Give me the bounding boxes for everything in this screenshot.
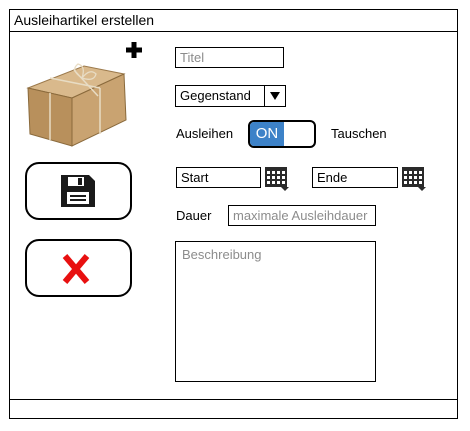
lend-label: Ausleihen (176, 126, 234, 141)
save-button[interactable] (25, 162, 132, 220)
title-input[interactable]: Titel (175, 47, 284, 68)
end-date-field[interactable]: Ende (312, 167, 398, 188)
window-title: Ausleihartikel erstellen (10, 10, 457, 32)
cancel-button[interactable] (25, 239, 132, 297)
triangle-down-icon[interactable] (264, 86, 285, 106)
swap-label: Tauschen (331, 126, 387, 141)
calendar-icon[interactable] (264, 165, 290, 191)
x-icon (62, 254, 90, 284)
toggle-on-indicator: ON (250, 122, 284, 146)
dialog-window: Ausleihartikel erstellen Titel Gegenstan… (9, 9, 458, 419)
category-select[interactable]: Gegenstand (175, 85, 286, 107)
description-textarea[interactable]: Beschreibung (175, 241, 376, 382)
start-date-field[interactable]: Start (176, 167, 261, 188)
plus-icon[interactable] (124, 40, 144, 60)
category-selected-value: Gegenstand (180, 88, 251, 103)
calendar-icon[interactable] (401, 165, 427, 191)
duration-input[interactable]: maximale Ausleihdauer (228, 205, 376, 226)
package-image[interactable] (22, 48, 130, 150)
floppy-disk-icon (61, 175, 95, 207)
status-bar (10, 399, 457, 418)
duration-label: Dauer (176, 208, 212, 223)
mode-toggle[interactable]: ON (248, 120, 316, 148)
